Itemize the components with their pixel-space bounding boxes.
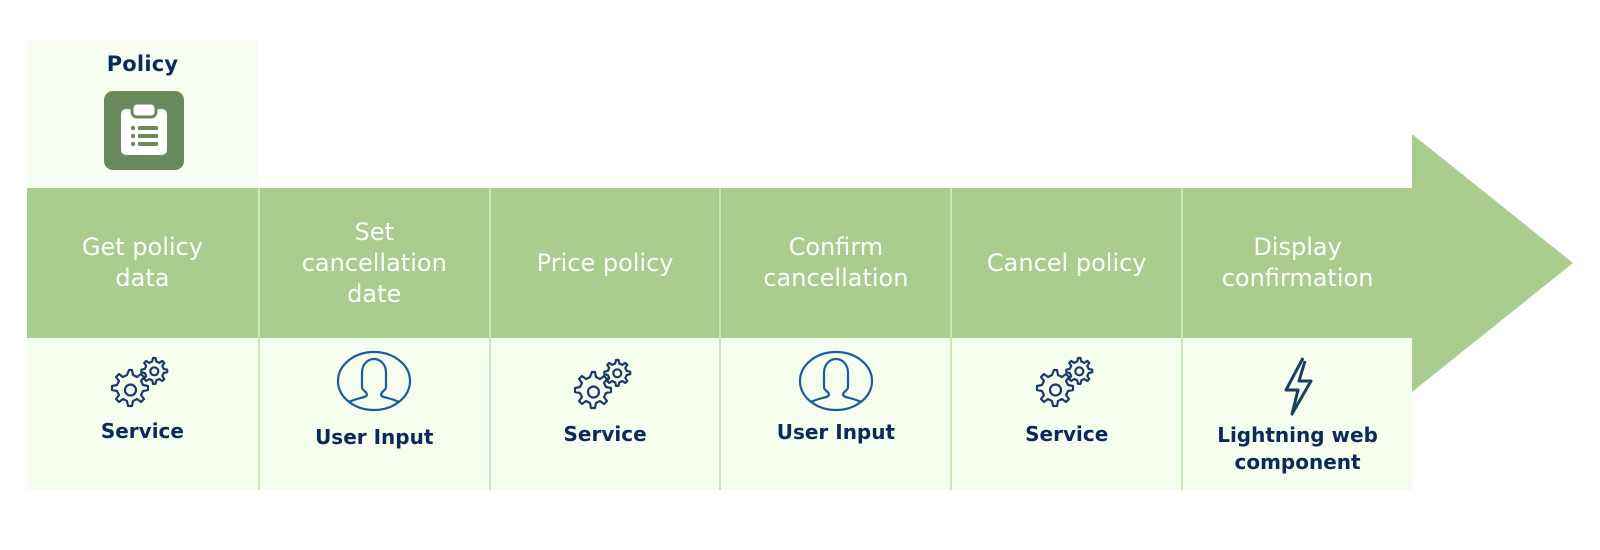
step-title: Cancel policy (986, 248, 1147, 277)
step-type: User Input (721, 338, 951, 490)
user-avatar-icon (798, 350, 873, 412)
policy-title: Policy (106, 52, 179, 76)
gears-icon (1035, 356, 1094, 408)
step-type: Lightning web component (1183, 338, 1412, 490)
step-type-label: Service (1025, 422, 1109, 446)
step-price-policy: Price policy Service (488, 188, 720, 490)
step-title: Get policy data (81, 233, 203, 292)
lightning-bolt-icon (1284, 357, 1313, 416)
step-cancel-policy: Cancel policy Service (950, 188, 1182, 490)
step-type: Service (27, 338, 258, 490)
step-type-label: Service (100, 419, 184, 443)
step-type: User Input (259, 338, 489, 490)
process-steps: Get policy data Service Set cancellation… (27, 188, 1412, 490)
clipboard-list-icon (104, 91, 184, 170)
user-avatar-icon (337, 350, 412, 412)
policy-object-tile: Policy (27, 40, 258, 188)
step-set-cancellation-date: Set cancellation date User Input (257, 188, 489, 490)
gears-icon (111, 356, 169, 408)
step-title: Price policy (536, 248, 674, 277)
step-title: Display confirmation (1221, 233, 1374, 292)
step-get-policy-data: Get policy data Service (27, 188, 258, 490)
step-type: Service (952, 338, 1182, 490)
step-type: Service (490, 338, 720, 490)
step-type-label: User Input (315, 425, 434, 449)
step-display-confirmation: Display confirmation Lightning web compo… (1181, 188, 1412, 490)
step-type-label: Service (563, 422, 647, 446)
step-title: Confirm cancellation (763, 233, 909, 292)
step-title: Set cancellation date (301, 217, 447, 308)
gears-icon (573, 358, 632, 410)
step-confirm-cancellation: Confirm cancellation User Input (719, 188, 951, 490)
step-type-label: User Input (776, 420, 896, 444)
step-type-label: Lightning web component (1217, 423, 1378, 474)
